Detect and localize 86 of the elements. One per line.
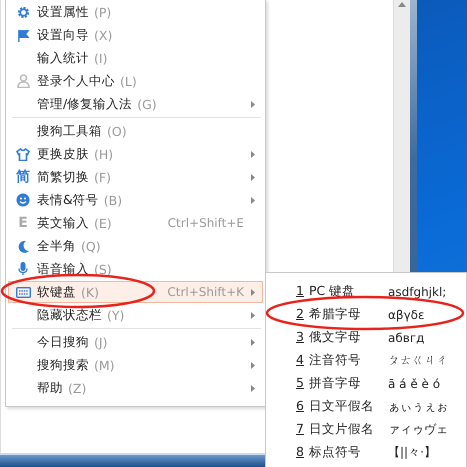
menu-item[interactable]: 设置向导 (X) xyxy=(8,24,263,46)
menu-label: 设置向导 xyxy=(37,26,89,44)
access-key: (H) xyxy=(94,146,114,162)
access-key: (G) xyxy=(137,96,157,112)
access-key: (Q) xyxy=(81,238,101,254)
menu-item[interactable]: 输入统计 (I) xyxy=(8,47,263,69)
menu-label: 表情&符号 xyxy=(37,192,99,208)
menu-label: 输入统计 xyxy=(37,50,89,66)
menu-label: 帮助 xyxy=(37,380,63,396)
menu-item[interactable]: 登录个人中心 (L) xyxy=(8,70,263,92)
smiley-icon xyxy=(16,193,30,207)
submenu-arrow-icon xyxy=(251,288,255,296)
access-key: (Z) xyxy=(68,380,86,396)
menu-item[interactable]: 简 简繁切换 (F) xyxy=(8,166,263,188)
gear-icon xyxy=(16,6,30,18)
menu-label: 软键盘 xyxy=(37,284,76,300)
access-key: (L) xyxy=(120,74,137,88)
sample-characters: ā á ě è ó xyxy=(388,376,440,390)
menu-label: 管理/修复输入法 xyxy=(37,96,132,112)
sample-characters: ㄆㄊㄍㄐㄔ xyxy=(388,352,448,369)
menu-label: 英文输入 xyxy=(37,214,89,232)
access-key: (X) xyxy=(94,28,112,42)
access-key: (I) xyxy=(94,50,108,66)
menu-label: 搜狗工具箱 xyxy=(37,122,102,140)
submenu-arrow-icon xyxy=(251,150,255,158)
menu-label: 简繁切换 xyxy=(37,168,89,186)
access-key: (F) xyxy=(94,170,111,184)
menu-item[interactable]: 全半角 (Q) xyxy=(8,235,263,257)
microphone-icon xyxy=(18,262,28,276)
shortcut-text: Ctrl+Shift+E xyxy=(168,216,244,230)
shortcut-text: Ctrl+Shift+K xyxy=(167,285,244,299)
submenu-arrow-icon xyxy=(251,338,255,346)
access-key: (M) xyxy=(94,358,115,372)
submenu-arrow-icon xyxy=(251,312,255,318)
submenu-item[interactable]: 4 注音符号 xyxy=(296,352,388,369)
menu-item[interactable]: 管理/修复输入法 (G) xyxy=(8,93,263,115)
menu-item[interactable]: 搜狗工具箱 (O) xyxy=(8,120,263,142)
scroll-up-icon[interactable] xyxy=(398,2,406,7)
sample-characters: 【||々·】 xyxy=(388,444,436,461)
sample-characters: asdfghjkl; xyxy=(388,284,446,298)
letter-icon: E xyxy=(18,215,28,231)
access-key: (E) xyxy=(94,216,112,230)
shirt-icon xyxy=(16,148,30,160)
person-icon xyxy=(16,74,30,88)
access-key: (B) xyxy=(104,192,122,208)
submenu-item[interactable]: 3 俄文字母 xyxy=(296,329,388,346)
access-key: (Y) xyxy=(107,308,124,322)
submenu-item[interactable]: 6 日文平假名 xyxy=(296,398,388,415)
submenu-arrow-icon xyxy=(251,174,255,180)
submenu-arrow-icon xyxy=(251,384,255,392)
access-key: (P) xyxy=(94,4,112,20)
menu-label: 全半角 xyxy=(37,238,76,254)
menu-item[interactable]: 搜狗搜索 (M) xyxy=(8,354,263,376)
menu-item[interactable]: E 英文输入 (E) Ctrl+Shift+E xyxy=(8,212,263,234)
menu-label: 登录个人中心 xyxy=(37,72,115,90)
access-key: (O) xyxy=(107,124,127,138)
sample-characters: αβγδε xyxy=(388,308,424,322)
access-key: (K) xyxy=(81,284,99,300)
menu-label: 设置属性 xyxy=(37,4,89,20)
menu-item[interactable]: 软键盘 (K) Ctrl+Shift+K xyxy=(8,281,263,303)
menu-item[interactable]: 隐藏状态栏 (Y) xyxy=(8,304,263,326)
menu-label: 隐藏状态栏 xyxy=(37,306,102,324)
submenu-item[interactable]: 8 标点符号 xyxy=(296,444,388,461)
access-key: (J) xyxy=(94,334,108,350)
keyboard-icon xyxy=(16,286,30,298)
sample-characters: абвгд xyxy=(388,330,424,344)
menu-label: 今日搜狗 xyxy=(37,334,89,350)
submenu-arrow-icon xyxy=(251,100,255,108)
submenu-arrow-icon xyxy=(251,196,255,204)
submenu-item[interactable]: 5 拼音字母 xyxy=(296,375,388,392)
access-key: (S) xyxy=(94,262,112,276)
moon-icon xyxy=(17,240,29,252)
menu-label: 更换皮肤 xyxy=(37,146,89,162)
submenu-item[interactable]: 2 希腊字母 xyxy=(296,306,388,323)
flag-icon xyxy=(16,28,30,42)
menu-item[interactable]: 今日搜狗 (J) xyxy=(8,331,263,353)
menu-item[interactable]: 表情&符号 (B) xyxy=(8,189,263,211)
menu-item[interactable]: 更换皮肤 (H) xyxy=(8,143,263,165)
letter-icon: 简 xyxy=(16,168,30,186)
sample-characters: ぁぃぅぇぉ xyxy=(388,398,448,415)
sample-characters: ァィゥヴェ xyxy=(388,421,448,438)
menu-item[interactable]: 帮助 (Z) xyxy=(8,377,263,399)
menu-label: 搜狗搜索 xyxy=(37,356,89,374)
submenu-arrow-icon xyxy=(251,362,255,368)
submenu-item[interactable]: 7 日文片假名 xyxy=(296,421,388,438)
menu-item[interactable]: 设置属性 (P) xyxy=(8,1,263,23)
